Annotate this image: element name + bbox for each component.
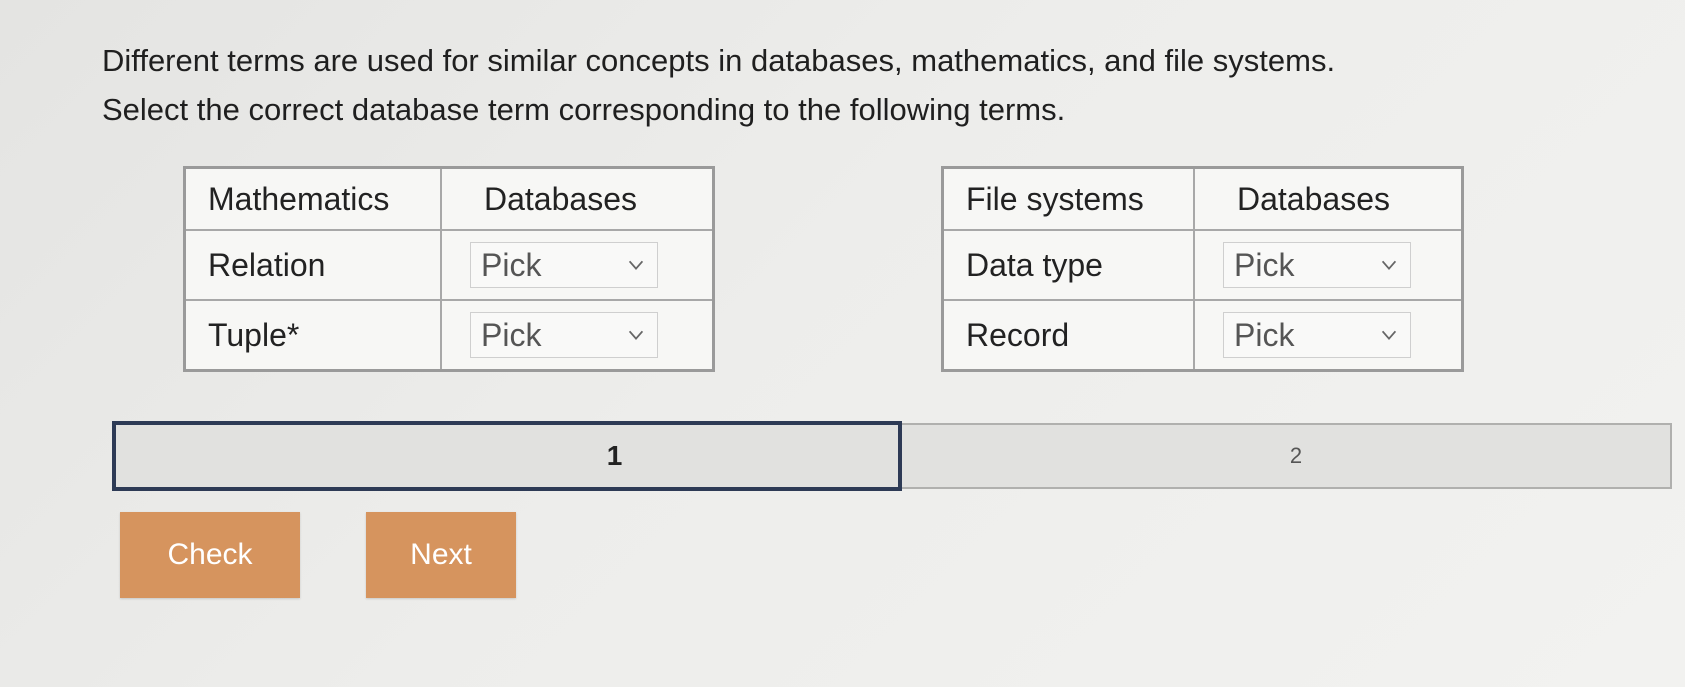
- select-cell: Pick: [440, 299, 715, 372]
- header-mathematics: Mathematics: [183, 166, 442, 231]
- table-header-row: File systems Databases: [941, 166, 1464, 231]
- step-progress-bar: 1 2: [112, 421, 1672, 491]
- term-record: Record: [941, 299, 1195, 372]
- question-prompt: Different terms are used for similar con…: [102, 36, 1542, 134]
- record-select[interactable]: Pick: [1223, 312, 1411, 358]
- table-row: Record Pick: [941, 299, 1464, 372]
- prompt-line-2: Select the correct database term corresp…: [102, 92, 1066, 127]
- table-row: Data type Pick: [941, 229, 1464, 301]
- select-cell: Pick: [440, 229, 715, 301]
- chevron-down-icon: [628, 330, 644, 341]
- term-data-type: Data type: [941, 229, 1195, 301]
- select-value: Pick: [481, 316, 542, 353]
- data-type-select[interactable]: Pick: [1223, 242, 1411, 288]
- table-row: Tuple* Pick: [183, 299, 715, 372]
- term-relation: Relation: [183, 229, 442, 301]
- table-row: Relation Pick: [183, 229, 715, 301]
- prompt-line-1: Different terms are used for similar con…: [102, 43, 1336, 78]
- chevron-down-icon: [1381, 260, 1397, 271]
- select-value: Pick: [1234, 316, 1295, 353]
- mathematics-table: Mathematics Databases Relation Pick Tupl…: [183, 166, 715, 372]
- header-file-systems: File systems: [941, 166, 1195, 231]
- chevron-down-icon: [628, 260, 644, 271]
- step-2-indicator[interactable]: 2: [902, 423, 1672, 489]
- select-cell: Pick: [1193, 299, 1464, 372]
- select-value: Pick: [481, 246, 542, 283]
- tuple-select[interactable]: Pick: [470, 312, 658, 358]
- table-header-row: Mathematics Databases: [183, 166, 715, 231]
- chevron-down-icon: [1381, 330, 1397, 341]
- header-databases: Databases: [440, 166, 715, 231]
- check-button[interactable]: Check: [120, 512, 300, 598]
- select-cell: Pick: [1193, 229, 1464, 301]
- header-databases: Databases: [1193, 166, 1464, 231]
- next-button[interactable]: Next: [366, 512, 516, 598]
- relation-select[interactable]: Pick: [470, 242, 658, 288]
- select-value: Pick: [1234, 246, 1295, 283]
- step-1-indicator[interactable]: 1: [112, 421, 902, 491]
- file-systems-table: File systems Databases Data type Pick Re…: [941, 166, 1464, 372]
- term-tuple: Tuple*: [183, 299, 442, 372]
